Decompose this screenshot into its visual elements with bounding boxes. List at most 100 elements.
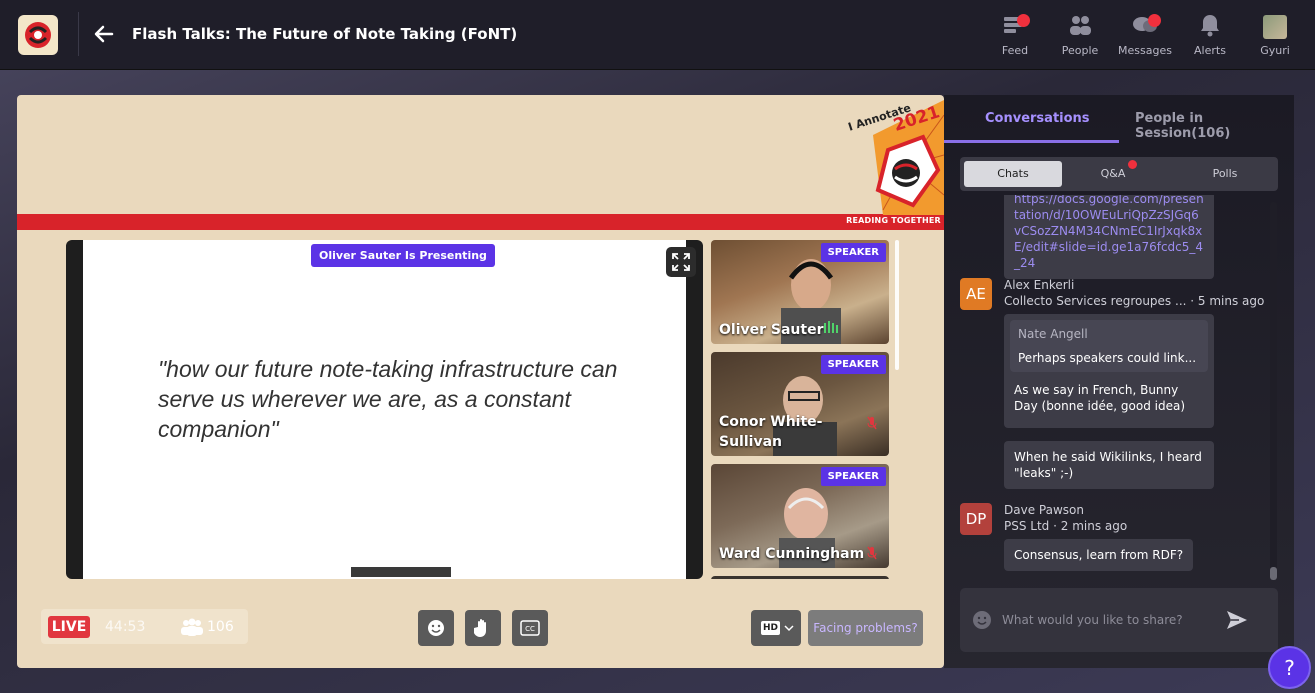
nav-label: Alerts (1194, 44, 1226, 57)
audio-level-icon (824, 321, 838, 333)
mic-muted-icon (867, 546, 877, 560)
svg-text:CC: CC (525, 625, 535, 633)
tab-people-in-session[interactable]: People in Session(106) (1135, 111, 1294, 141)
nav-label: Gyuri (1260, 44, 1290, 57)
raise-hand-button[interactable] (465, 610, 501, 646)
slide-toolbar (351, 567, 451, 577)
message-bubble: https://docs.google.com/presentation/d/1… (1004, 195, 1214, 279)
speaker-tile[interactable]: SPEAKER Conor White-Sullivan (711, 352, 889, 456)
help-icon: ? (1284, 655, 1295, 680)
live-status-bar: LIVE 44:53 106 (41, 609, 248, 644)
message-author: Alex Enkerli (1004, 278, 1075, 292)
speaker-badge: SPEAKER (820, 467, 886, 486)
quality-selector[interactable]: HD (751, 610, 801, 646)
chat-composer (960, 588, 1278, 652)
attendee-count: 106 (207, 619, 234, 635)
help-button[interactable]: ? (1268, 646, 1311, 689)
brand-band (17, 214, 944, 230)
avatar: AE (960, 278, 992, 310)
stage: I Annotate 2021 READING TOGETHER "how ou… (17, 95, 944, 668)
message-bubble: Consensus, learn from RDF? (1004, 539, 1194, 571)
slide: "how our future note-taking infrastructu… (83, 240, 686, 579)
tiles-scrollbar[interactable] (895, 240, 899, 370)
segment-qa[interactable]: Q&A (1070, 161, 1156, 187)
nav-label: Messages (1118, 44, 1172, 57)
chevron-down-icon (784, 625, 794, 632)
cc-icon: CC (520, 620, 540, 636)
presentation-screen[interactable]: "how our future note-taking infrastructu… (66, 240, 703, 579)
send-icon[interactable] (1226, 610, 1248, 630)
hand-icon (474, 619, 486, 637)
nav-alerts[interactable]: Alerts (1180, 12, 1240, 62)
message-meta: Collecto Services regroupes ... · 5 mins… (1004, 293, 1264, 309)
logo-icon (25, 22, 51, 48)
segment-chats[interactable]: Chats (964, 161, 1062, 187)
message-text: Consensus, learn from RDF? (1014, 548, 1184, 562)
active-tab-indicator (944, 140, 1119, 143)
message-time: · 2 mins ago (1053, 519, 1128, 533)
speaker-tile[interactable]: SPEAKER Oliver Sauter (711, 240, 889, 344)
chat-messages: https://docs.google.com/presentation/d/1… (944, 195, 1294, 580)
nav-profile[interactable]: Gyuri (1245, 12, 1305, 62)
tab-conversations[interactable]: Conversations (985, 111, 1090, 126)
speaker-badge: SPEAKER (820, 355, 886, 374)
message-time: · 5 mins ago (1190, 294, 1265, 308)
speaker-name: Ward Cunningham (719, 546, 865, 562)
mic-muted-icon (867, 416, 877, 430)
message-author: Dave Pawson (1004, 503, 1084, 517)
messages-icon (1131, 12, 1161, 38)
speaker-name: Oliver Sauter (719, 322, 824, 338)
scrollbar-thumb[interactable] (1270, 567, 1277, 580)
facing-problems-button[interactable]: Facing problems? (808, 610, 923, 646)
qa-badge (1128, 160, 1137, 169)
feed-icon (1001, 12, 1030, 38)
speaker-name: Conor White-Sullivan (719, 414, 823, 450)
speaker-badge: SPEAKER (820, 243, 886, 262)
emoji-icon[interactable] (972, 610, 992, 630)
message-bubble: When he said Wikilinks, I heard "leaks" … (1004, 441, 1214, 489)
quoted-author: Nate Angell (1018, 327, 1088, 341)
side-panel: Conversations People in Session(106) Cha… (944, 95, 1294, 668)
speaker-tiles: SPEAKER Oliver Sauter SPEAKER Conor Whit… (711, 240, 891, 579)
panel-tabs: Conversations People in Session(106) (944, 95, 1294, 143)
top-bar: Flash Talks: The Future of Note Taking (… (0, 0, 1315, 70)
presenting-badge: Oliver Sauter Is Presenting (311, 244, 495, 267)
reactions-button[interactable] (418, 610, 454, 646)
speaker-tile[interactable]: SPEAKER Ward Cunningham (711, 464, 889, 568)
live-badge: LIVE (48, 616, 90, 638)
brand-tagline: READING TOGETHER (846, 216, 941, 225)
conference-logo: I Annotate 2021 (843, 95, 944, 230)
attendees-icon (181, 618, 203, 636)
expand-icon (672, 253, 690, 271)
slide-quote: "how our future note-taking infrastructu… (158, 356, 618, 442)
app-logo[interactable] (18, 15, 58, 55)
smiley-icon (428, 620, 444, 636)
author-org: PSS Ltd (1004, 519, 1050, 533)
session-timer: 44:53 (105, 619, 146, 635)
quoted-text: Perhaps speakers could link... (1018, 351, 1197, 365)
speaker-tile[interactable] (711, 576, 889, 579)
chat-scrollbar[interactable] (1270, 202, 1277, 580)
divider (78, 12, 79, 56)
nav-feed[interactable]: Feed (985, 12, 1045, 62)
nav-people[interactable]: People (1050, 12, 1110, 62)
nav-messages[interactable]: Messages (1115, 12, 1175, 62)
message-meta: PSS Ltd · 2 mins ago (1004, 518, 1127, 534)
feed-badge (1017, 14, 1030, 27)
fullscreen-button[interactable] (666, 247, 696, 277)
nav-label: People (1061, 44, 1099, 57)
messages-badge (1148, 14, 1161, 27)
message-bubble: Nate Angell Perhaps speakers could link.… (1004, 314, 1214, 428)
author-org: Collecto Services regroupes ... (1004, 294, 1187, 308)
people-icon (1066, 12, 1094, 38)
quality-badge: HD (761, 621, 780, 635)
avatar: DP (960, 503, 992, 535)
nav-label: Feed (1001, 44, 1029, 57)
chat-input[interactable] (1002, 610, 1222, 630)
captions-button[interactable]: CC (512, 610, 548, 646)
back-arrow-icon[interactable] (92, 22, 116, 46)
message-link[interactable]: https://docs.google.com/presentation/d/1… (1014, 195, 1204, 270)
bell-icon (1196, 12, 1224, 38)
message-text: As we say in French, Bunny Day (bonne id… (1014, 383, 1186, 413)
segment-polls[interactable]: Polls (1180, 161, 1270, 187)
